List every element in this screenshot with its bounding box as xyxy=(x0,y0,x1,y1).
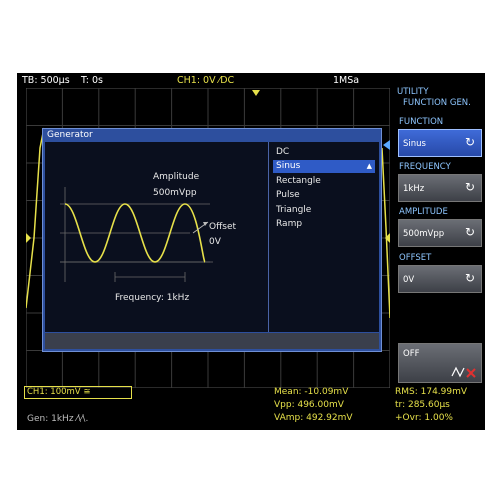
offset-heading: OFFSET xyxy=(399,253,432,263)
waveform-preview-panel: Amplitude 500mVpp Offset 0V Frequency: 1… xyxy=(45,142,269,332)
mean-readout: Mean: -10.09mV xyxy=(274,387,349,397)
off-label: OFF xyxy=(403,349,420,359)
trigger-time-readout: T: 0s xyxy=(81,75,103,86)
list-item-sinus[interactable]: Sinus ▲ xyxy=(273,160,375,173)
function-heading: FUNCTION xyxy=(399,117,444,127)
dialog-title: Generator xyxy=(47,130,93,140)
offset-softkey[interactable]: 0V ↻ xyxy=(398,265,482,293)
list-item-label: Sinus xyxy=(276,161,301,171)
list-item-ramp[interactable]: Ramp xyxy=(273,218,375,231)
generator-off-icon xyxy=(451,366,476,378)
generator-dialog: Generator Amplitude 500mVpp Offset 0V Fr… xyxy=(42,128,382,352)
vpp-readout: Vpp: 496.00mV xyxy=(274,400,344,410)
rotary-knob-icon: ↻ xyxy=(464,225,475,239)
dialog-footer xyxy=(45,333,379,349)
amplitude-heading: AMPLITUDE xyxy=(399,207,448,217)
frequency-softkey[interactable]: 1kHz ↻ xyxy=(398,174,482,202)
offset-softkey-value: 0V xyxy=(403,275,415,285)
amplitude-softkey[interactable]: 500mVpp ↻ xyxy=(398,219,482,247)
list-item-triangle[interactable]: Triangle xyxy=(273,204,375,217)
menu-pointer-icon xyxy=(383,140,390,150)
waveform-list: DC Sinus ▲ Rectangle Pulse Triangle Ramp xyxy=(269,142,379,332)
amplitude-softkey-value: 500mVpp xyxy=(403,229,445,239)
softkey-menu: UTILITY FUNCTION GEN. FUNCTION Sinus ↻ F… xyxy=(395,73,485,430)
vamp-readout: VAmp: 492.92mV xyxy=(274,413,353,423)
timebase-readout: TB: 500µs xyxy=(22,75,70,86)
overshoot-readout: +Ovr: 1.00% xyxy=(395,413,453,423)
function-value: Sinus xyxy=(403,139,426,149)
generator-status: Gen: 1kHz ⁄\⁄\. xyxy=(27,414,89,424)
waveform-preview xyxy=(60,187,213,282)
frequency-value: 1kHz xyxy=(403,184,425,194)
frequency-label: Frequency: 1kHz xyxy=(115,293,190,303)
list-item-rectangle[interactable]: Rectangle xyxy=(273,175,375,188)
amplitude-label: Amplitude xyxy=(153,172,200,182)
rotary-knob-icon: ↻ xyxy=(464,180,475,194)
oscilloscope-screen: TB: 500µs T: 0s CH1: 0V ⁄DC 1MSa Generat… xyxy=(17,73,485,430)
sample-rate-readout: 1MSa xyxy=(333,75,360,86)
status-bar: TB: 500µs T: 0s CH1: 0V ⁄DC 1MSa xyxy=(17,73,392,87)
dialog-body: Amplitude 500mVpp Offset 0V Frequency: 1… xyxy=(45,142,379,332)
trigger-position-marker xyxy=(252,90,260,96)
offset-label: Offset xyxy=(209,222,237,232)
ch1-scale-box[interactable]: CH1: 100mV ≅ xyxy=(24,386,132,399)
frequency-heading: FREQUENCY xyxy=(399,162,451,172)
rms-readout: RMS: 174.99mV xyxy=(395,387,468,397)
menu-title-function-gen: FUNCTION GEN. xyxy=(403,98,471,108)
rotary-knob-icon: ↻ xyxy=(464,271,475,285)
channel-readout: CH1: 0V ⁄DC xyxy=(177,75,235,86)
offset-value: 0V xyxy=(209,237,221,247)
list-item-pulse[interactable]: Pulse xyxy=(273,189,375,202)
amplitude-value: 500mVpp xyxy=(153,188,197,198)
ch1-ground-marker xyxy=(26,233,31,243)
select-arrows-icon: ▲ xyxy=(366,162,372,170)
function-softkey[interactable]: Sinus ↻ xyxy=(398,129,482,157)
menu-title-utility: UTILITY xyxy=(397,87,429,97)
list-item-dc[interactable]: DC xyxy=(273,146,375,159)
rise-time-readout: tr: 285.60µs xyxy=(395,400,450,410)
off-softkey[interactable]: OFF xyxy=(398,343,482,383)
rotary-knob-icon: ↻ xyxy=(464,135,475,149)
